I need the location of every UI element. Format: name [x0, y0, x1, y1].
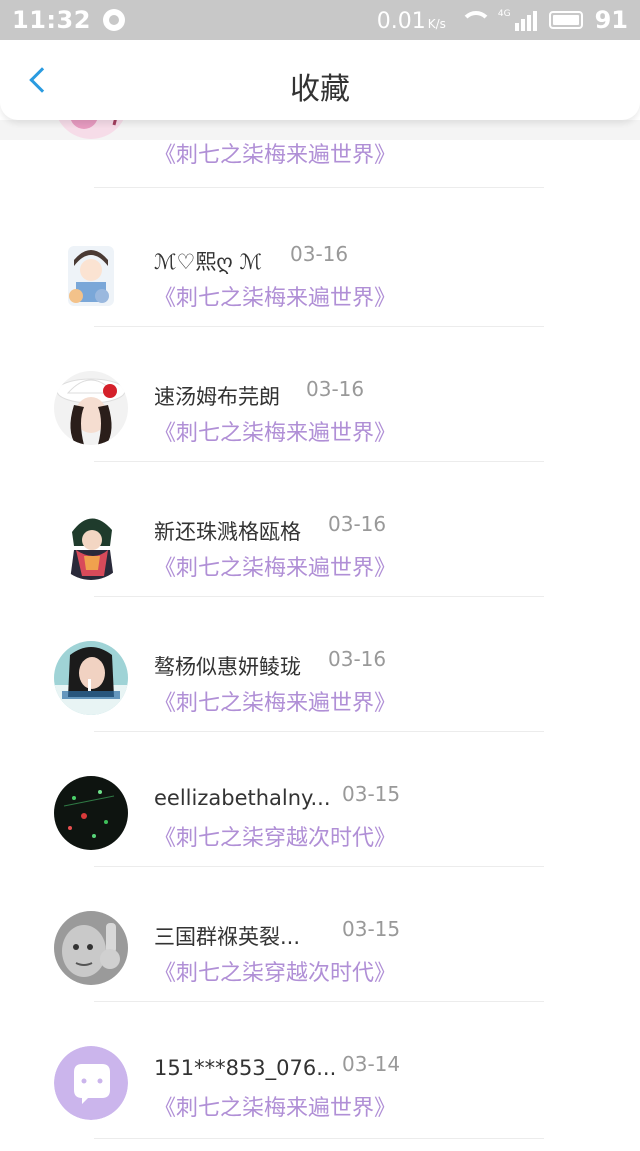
- page-title: 收藏: [290, 72, 350, 107]
- list-item[interactable]: 三国群褓英裂... 03-15 《刺七之柒穿越次时代》: [0, 881, 640, 1016]
- network-speed-value: 0.01: [376, 9, 426, 34]
- user-name: 速汤姆布芫朗: [154, 385, 280, 409]
- divider: [94, 596, 544, 597]
- list-item[interactable]: 151***853_076... 03-14 《刺七之柒梅来遍世界》: [0, 1016, 640, 1151]
- hat-girl-avatar[interactable]: [54, 371, 128, 445]
- cell-signal-icon: 4G: [498, 9, 537, 31]
- book-link[interactable]: 《刺七之柒梅来遍世界》: [154, 280, 396, 312]
- divider: [94, 866, 544, 867]
- user-name: 151***853_076...: [154, 1056, 337, 1080]
- divider: [94, 731, 544, 732]
- book-link[interactable]: 《刺七之柒穿越次时代》: [154, 955, 396, 987]
- post-date: 03-16: [306, 377, 365, 401]
- network-type-label: 4G: [497, 9, 511, 19]
- divider: [94, 1138, 544, 1139]
- book-link[interactable]: 《刺七之柒梅来遍世界》: [154, 415, 396, 447]
- status-time: 11:32: [12, 6, 91, 34]
- network-speed: 0.01 K/s: [377, 6, 446, 34]
- user-name: ℳ♡熙ღ ℳ: [154, 250, 262, 274]
- book-link[interactable]: 《刺七之柒穿越次时代》: [154, 820, 396, 852]
- post-date: 03-16: [290, 242, 349, 266]
- anime-boy-avatar[interactable]: [54, 238, 128, 312]
- post-date: 03-15: [342, 782, 401, 806]
- list-item[interactable]: 骜杨似惠妍鲮珑 03-16 《刺七之柒梅来遍世界》: [0, 611, 640, 746]
- dark-lights-avatar[interactable]: [54, 776, 128, 850]
- user-name: 新还珠溅格瓯格: [154, 520, 301, 544]
- wifi-icon: [458, 9, 492, 31]
- post-date: 03-16: [328, 512, 387, 536]
- post-date: 03-15: [342, 917, 401, 941]
- girl-photo-avatar[interactable]: [54, 641, 128, 715]
- divider: [94, 187, 544, 188]
- user-name: 三国群褓英裂...: [154, 925, 301, 949]
- list-item[interactable]: 新还珠溅格瓯格 03-16 《刺七之柒梅来遍世界》: [0, 476, 640, 611]
- divider: [94, 326, 544, 327]
- battery-level: 91: [594, 6, 628, 34]
- header-bar: 收藏: [0, 40, 640, 120]
- book-link[interactable]: 《刺七之柒梅来遍世界》: [154, 137, 396, 169]
- list-item[interactable]: 速汤姆布芫朗 03-16 《刺七之柒梅来遍世界》: [0, 341, 640, 476]
- book-link[interactable]: 《刺七之柒梅来遍世界》: [154, 550, 396, 582]
- status-indicators: 0.01 K/s 4G 91: [377, 6, 628, 34]
- divider: [94, 461, 544, 462]
- user-name: eellizabethalny...: [154, 786, 331, 810]
- grey-baby-avatar[interactable]: [54, 911, 128, 985]
- post-date: 03-16: [328, 647, 387, 671]
- list-item[interactable]: ℳ♡熙ღ ℳ 03-16 《刺七之柒梅来遍世界》: [0, 206, 640, 341]
- battery-icon: [548, 11, 583, 29]
- status-bar: 11:32 0.01 K/s 4G 91: [0, 0, 640, 40]
- user-name: 骜杨似惠妍鲮珑: [154, 655, 301, 679]
- network-speed-unit: K/s: [427, 17, 446, 31]
- anime-scarf-avatar[interactable]: [54, 506, 128, 580]
- post-date: 03-14: [342, 1052, 401, 1076]
- book-link[interactable]: 《刺七之柒梅来遍世界》: [154, 1090, 396, 1122]
- notification-app-icon: [102, 9, 125, 31]
- book-link[interactable]: 《刺七之柒梅来遍世界》: [154, 685, 396, 717]
- list-item[interactable]: eellizabethalny... 03-15 《刺七之柒穿越次时代》: [0, 746, 640, 881]
- default-chat-avatar[interactable]: [54, 1046, 128, 1120]
- divider: [94, 1001, 544, 1002]
